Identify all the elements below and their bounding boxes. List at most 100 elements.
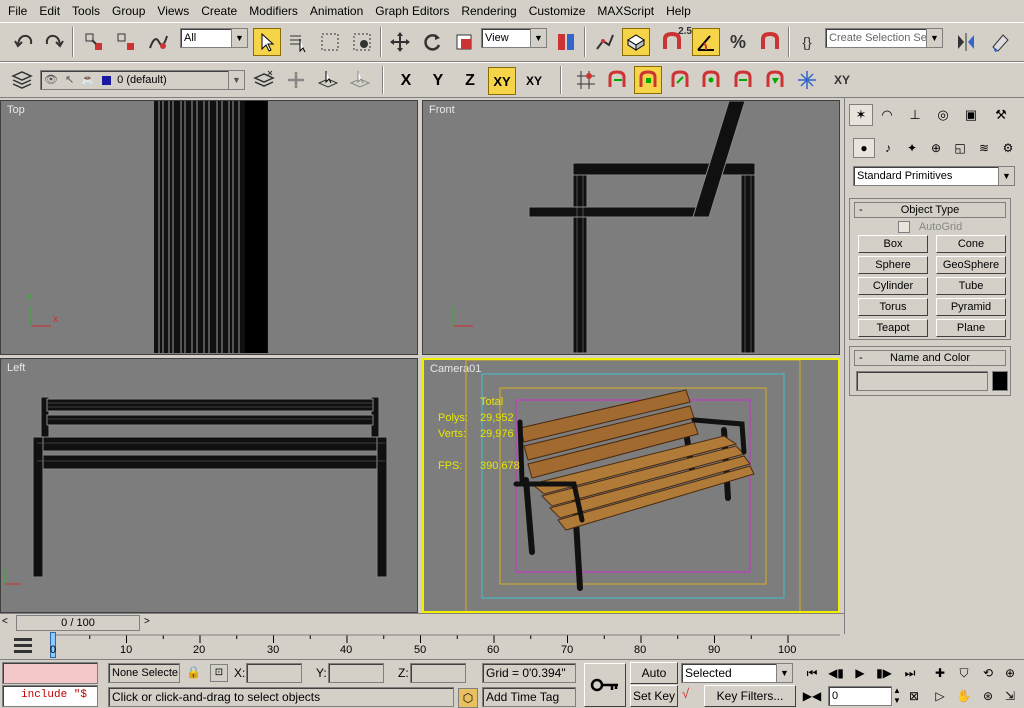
- unlink-selection-icon[interactable]: [112, 28, 140, 56]
- time-slider-next-icon[interactable]: >: [144, 616, 156, 630]
- window-crossing-icon[interactable]: [348, 28, 376, 56]
- set-current-layer-icon[interactable]: [346, 66, 374, 94]
- snap-grid-points-icon[interactable]: [572, 66, 600, 94]
- select-objects-in-layer-icon[interactable]: [314, 66, 342, 94]
- y-coordinate-field[interactable]: [328, 663, 384, 683]
- spinner-snap-toggle-icon[interactable]: [756, 28, 784, 56]
- zoom-icon[interactable]: ✚: [930, 663, 950, 683]
- select-and-rotate-icon[interactable]: [418, 28, 446, 56]
- object-type-rollout-header[interactable]: - Object Type: [854, 202, 1006, 218]
- time-slider-thumb[interactable]: 0 / 100: [16, 615, 140, 631]
- restrict-to-xy-plane-button[interactable]: XY: [488, 67, 516, 95]
- menu-file[interactable]: File: [2, 0, 33, 22]
- keyboard-shortcut-override-icon[interactable]: [622, 28, 650, 56]
- select-and-manipulate-icon[interactable]: [590, 28, 618, 56]
- key-mode-dropdown[interactable]: Selected ▼: [681, 663, 793, 683]
- pan-view-icon[interactable]: ✋: [954, 686, 974, 706]
- menu-create[interactable]: Create: [195, 0, 243, 22]
- layer-dropdown[interactable]: 👁 ↖ ☕ 0 (default) ▼: [40, 70, 245, 90]
- teapot-button[interactable]: Teapot: [858, 319, 928, 337]
- x-coordinate-field[interactable]: [246, 663, 302, 683]
- absolute-relative-toggle-icon[interactable]: ⊡: [210, 664, 228, 682]
- cameras-icon[interactable]: ⊕: [925, 138, 947, 158]
- viewport-front[interactable]: Front: [422, 100, 840, 355]
- layer-render-teapot-icon[interactable]: ☕: [81, 74, 95, 86]
- object-category-dropdown[interactable]: Standard Primitives ▼: [853, 166, 1015, 186]
- object-name-field[interactable]: [856, 371, 988, 391]
- edit-named-selection-icon[interactable]: {}: [793, 28, 821, 56]
- select-and-move-icon[interactable]: [386, 28, 414, 56]
- z-coordinate-field[interactable]: [410, 663, 466, 683]
- snap-face-icon[interactable]: [761, 66, 789, 94]
- menu-help[interactable]: Help: [660, 0, 697, 22]
- go-to-end-icon[interactable]: ⏭: [900, 663, 920, 683]
- snap-pivot-icon[interactable]: [603, 66, 631, 94]
- menu-rendering[interactable]: Rendering: [455, 0, 522, 22]
- selection-filter-dropdown[interactable]: All ▼: [180, 28, 248, 48]
- menu-views[interactable]: Views: [151, 0, 195, 22]
- transform-gizmo-xy-icon[interactable]: XY: [828, 66, 856, 94]
- geosphere-button[interactable]: GeoSphere: [936, 256, 1006, 274]
- track-bar[interactable]: 0 10 20 30 40 50 60 70 80 90 100: [0, 631, 844, 659]
- add-time-tag-field[interactable]: Add Time Tag: [482, 687, 576, 707]
- go-to-start-icon[interactable]: ⏮: [802, 663, 822, 683]
- bind-to-space-warp-icon[interactable]: [144, 28, 172, 56]
- key-mode-toggle-icon[interactable]: ▶◀: [802, 686, 822, 706]
- rectangular-selection-icon[interactable]: [316, 28, 344, 56]
- auto-key-button[interactable]: Auto Key: [630, 662, 678, 700]
- menu-customize[interactable]: Customize: [523, 0, 592, 22]
- named-selection-sets-dropdown[interactable]: Create Selection Set ▼: [825, 28, 943, 48]
- snap-vertex-icon[interactable]: [634, 66, 662, 94]
- set-key-button[interactable]: Set Key: [630, 685, 678, 707]
- layer-visibility-eye-icon[interactable]: 👁: [44, 74, 58, 86]
- box-button[interactable]: Box: [858, 235, 928, 253]
- orbit-icon[interactable]: ⊛: [978, 686, 998, 706]
- viewport-top[interactable]: Top x y: [0, 100, 418, 355]
- helpers-icon[interactable]: ◱: [949, 138, 971, 158]
- modify-panel-icon[interactable]: ◠: [875, 104, 899, 126]
- add-selection-to-layer-icon[interactable]: [282, 66, 310, 94]
- space-warps-icon[interactable]: ≋: [973, 138, 995, 158]
- layer-manager-icon[interactable]: [8, 66, 36, 94]
- utilities-panel-icon[interactable]: ⚒: [989, 104, 1013, 126]
- menu-maxscript[interactable]: MAXScript: [591, 0, 660, 22]
- current-frame-spinner-icon[interactable]: ▲ ▼: [893, 686, 903, 706]
- selection-lock-icon[interactable]: 🔒: [186, 665, 201, 679]
- display-panel-icon[interactable]: ▣: [959, 104, 983, 126]
- select-object-icon[interactable]: [253, 28, 281, 56]
- time-configuration-icon[interactable]: ⊠: [904, 686, 924, 706]
- time-tag-icon[interactable]: ⬡: [458, 688, 478, 708]
- set-key-mode-key-icon[interactable]: [584, 663, 626, 707]
- restrict-to-y-button[interactable]: Y: [424, 67, 452, 95]
- cone-button[interactable]: Cone: [936, 235, 1006, 253]
- object-color-swatch[interactable]: [992, 371, 1008, 391]
- next-frame-icon[interactable]: ▮▶: [874, 663, 894, 683]
- motion-panel-icon[interactable]: ◎: [931, 104, 955, 126]
- align-icon[interactable]: [986, 28, 1014, 56]
- snap-edge-icon[interactable]: [729, 66, 757, 94]
- key-filters-button[interactable]: Key Filters...: [704, 685, 796, 707]
- name-and-color-rollout-header[interactable]: - Name and Color: [854, 350, 1006, 366]
- snap-options-icon[interactable]: [793, 66, 821, 94]
- maximize-viewport-icon[interactable]: ⇲: [1000, 686, 1020, 706]
- create-panel-icon[interactable]: ✶: [849, 104, 873, 126]
- menu-group[interactable]: Group: [106, 0, 151, 22]
- percent-snap-toggle-icon[interactable]: %: [724, 28, 752, 56]
- autogrid-checkbox[interactable]: [897, 221, 910, 234]
- play-animation-icon[interactable]: ▶: [850, 663, 870, 683]
- reference-coordinate-dropdown[interactable]: View ▼: [481, 28, 547, 48]
- lights-icon[interactable]: ✦: [901, 138, 923, 158]
- menu-graph-editors[interactable]: Graph Editors: [369, 0, 455, 22]
- plane-button[interactable]: Plane: [936, 319, 1006, 337]
- select-and-link-icon[interactable]: [80, 28, 108, 56]
- menu-animation[interactable]: Animation: [304, 0, 369, 22]
- zoom-extents-all-icon[interactable]: ⊕: [1000, 663, 1020, 683]
- default-in-out-tangents-icon[interactable]: √: [682, 686, 702, 706]
- maxscript-listener-top[interactable]: [2, 662, 98, 684]
- create-new-layer-icon[interactable]: [250, 66, 278, 94]
- restrict-to-z-button[interactable]: Z: [456, 67, 484, 95]
- tube-button[interactable]: Tube: [936, 277, 1006, 295]
- restrict-plane-cycle-button[interactable]: XY: [520, 67, 548, 95]
- torus-button[interactable]: Torus: [858, 298, 928, 316]
- maxscript-listener-input[interactable]: include "$: [2, 685, 98, 707]
